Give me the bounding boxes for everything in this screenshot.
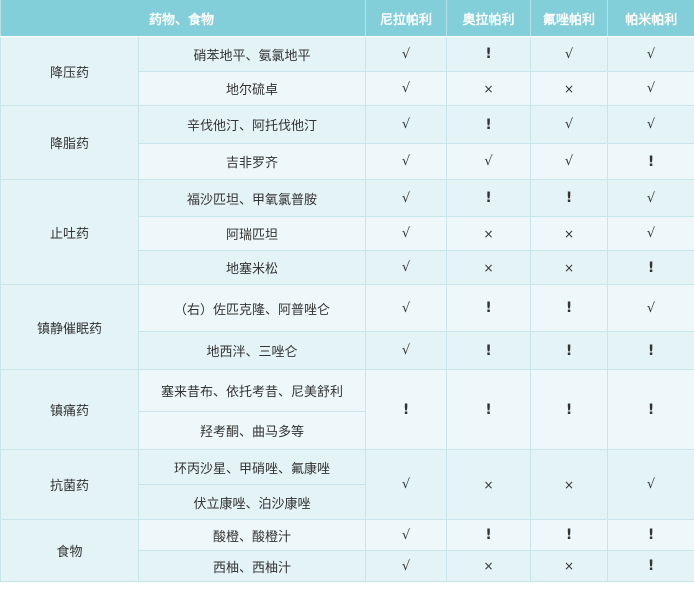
mark-cell: ! [607,250,694,285]
mark-cell: √ [607,284,694,332]
mark-cell: × [530,449,609,520]
header-fluzoparib: 氟唑帕利 [530,0,608,37]
mark-cell: ! [446,331,532,370]
mark-cell: √ [607,179,694,217]
mark-cell: √ [365,519,448,551]
table-row: 抗菌药 环丙沙星、甲硝唑、氟康唑 √ × × √ [0,449,694,520]
category-cell: 镇静催眠药 [0,284,139,370]
mark-cell: √ [607,216,694,251]
mark-cell: ! [446,36,532,72]
mark-cell: × [530,550,609,582]
drug-cell: 伏立康唑、泊沙康唑 [137,484,367,520]
mark-cell: √ [365,550,448,582]
mark-cell: √ [530,36,609,72]
mark-cell: ! [530,519,609,551]
table-row: 降脂药 辛伐他汀、阿托伐他汀 √ ! √ √ [0,105,694,180]
mark-cell: ! [365,369,448,450]
mark-cell: ! [446,179,532,217]
mark-cell: √ [365,143,448,180]
drug-cell: 地尔硫卓 [137,71,367,106]
mark-cell: ! [530,369,609,450]
mark-cell: × [530,216,609,251]
mark-cell: √ [365,331,448,370]
mark-cell: √ [365,449,448,520]
category-cell: 止吐药 [0,179,139,285]
mark-cell: √ [530,105,609,144]
table-row: 食物 酸橙、酸橙汁 √ ! ! ! [0,519,694,582]
mark-cell: ! [530,331,609,370]
table-row: 止吐药 福沙匹坦、甲氧氯普胺 √ ! ! √ [0,179,694,285]
drug-cell: 地西泮、三唑仑 [137,331,367,370]
mark-cell: ! [607,331,694,370]
header-olaparib: 奥拉帕利 [446,0,531,37]
drug-cell: 西柚、西柚汁 [137,550,367,582]
category-cell: 抗菌药 [0,449,139,520]
mark-cell: √ [530,143,609,180]
mark-cell: ! [607,143,694,180]
mark-cell: √ [607,105,694,144]
mark-cell: ! [530,284,609,332]
drug-cell: 地塞米松 [137,250,367,285]
mark-cell: √ [607,71,694,106]
drug-interaction-table: 药物、食物 尼拉帕利 奥拉帕利 氟唑帕利 帕米帕利 降压药 硝苯地平、氨氯地平 … [0,0,694,582]
drug-cell: 辛伐他汀、阿托伐他汀 [137,105,367,144]
header-niraparib: 尼拉帕利 [365,0,447,37]
mark-cell: × [446,250,532,285]
drug-cell: 硝苯地平、氨氯地平 [137,36,367,72]
category-cell: 降压药 [0,36,139,106]
mark-cell: ! [607,369,694,450]
header-row: 药物、食物 尼拉帕利 奥拉帕利 氟唑帕利 帕米帕利 [0,0,694,37]
header-drug-food: 药物、食物 [0,0,366,37]
mark-cell: √ [607,36,694,72]
mark-cell: ! [446,284,532,332]
drug-cell: 酸橙、酸橙汁 [137,519,367,551]
table-row: 镇痛药 塞来昔布、依托考昔、尼美舒利 ! ! ! ! [0,369,694,450]
drug-cell: 环丙沙星、甲硝唑、氟康唑 [137,449,367,485]
mark-cell: √ [607,449,694,520]
mark-cell: × [530,250,609,285]
mark-cell: ! [530,179,609,217]
category-cell: 降脂药 [0,105,139,180]
category-cell: 镇痛药 [0,369,139,450]
mark-cell: × [446,449,532,520]
mark-cell: × [446,71,532,106]
mark-cell: ! [607,550,694,582]
header-pamiparib: 帕米帕利 [607,0,694,37]
mark-cell: × [530,71,609,106]
mark-cell: √ [365,250,448,285]
mark-cell: √ [446,143,532,180]
mark-cell: √ [365,105,448,144]
mark-cell: × [446,550,532,582]
mark-cell: √ [365,36,448,72]
drug-cell: 塞来昔布、依托考昔、尼美舒利 [137,369,367,412]
mark-cell: ! [446,519,532,551]
drug-cell: 阿瑞匹坦 [137,216,367,251]
mark-cell: ! [446,105,532,144]
table-row: 降压药 硝苯地平、氨氯地平 √ ! √ √ [0,36,694,106]
mark-cell: ! [446,369,532,450]
mark-cell: √ [365,284,448,332]
table-row: 镇静催眠药 （右）佐匹克隆、阿普唑仑 √ ! ! √ [0,284,694,370]
mark-cell: √ [365,216,448,251]
mark-cell: √ [365,71,448,106]
drug-cell: 羟考酮、曲马多等 [137,411,367,450]
mark-cell: × [446,216,532,251]
mark-cell: ! [607,519,694,551]
drug-cell: 福沙匹坦、甲氧氯普胺 [137,179,367,217]
drug-cell: 吉非罗齐 [137,143,367,180]
drug-cell: （右）佐匹克隆、阿普唑仑 [137,284,367,332]
mark-cell: √ [365,179,448,217]
category-cell: 食物 [0,519,139,582]
